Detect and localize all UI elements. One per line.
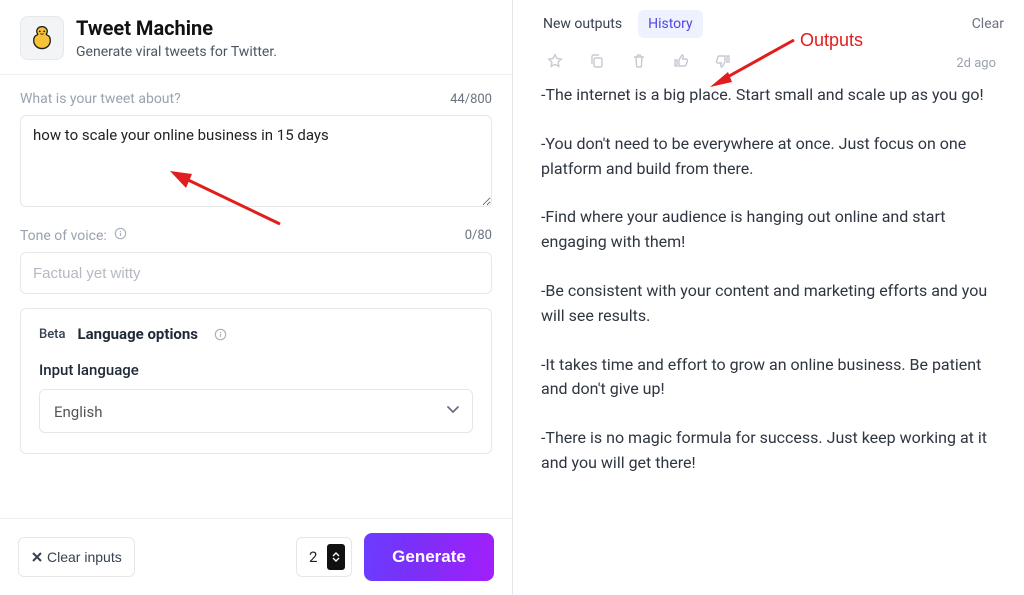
output-paragraph: -It takes time and effort to grow an onl…: [541, 353, 996, 403]
tone-label: Tone of voice:: [20, 227, 127, 244]
star-icon[interactable]: [547, 53, 563, 73]
duck-icon: [29, 24, 55, 52]
left-panel: Tweet Machine Generate viral tweets for …: [0, 0, 513, 595]
output-paragraph: -You don't need to be everywhere at once…: [541, 132, 996, 182]
output-timestamp: 2d ago: [956, 56, 996, 71]
info-icon[interactable]: [114, 227, 127, 240]
output-tabs: New outputs History Clear: [513, 0, 1024, 47]
thumbs-down-icon[interactable]: [715, 53, 731, 73]
prompt-textarea[interactable]: [20, 115, 492, 207]
right-panel: New outputs History Clear 2d ago -The in…: [513, 0, 1024, 595]
output-paragraph: -There is no magic formula for success. …: [541, 426, 996, 476]
clear-inputs-button[interactable]: Clear inputs: [18, 537, 135, 577]
tab-new-outputs[interactable]: New outputs: [533, 10, 632, 38]
beta-badge: Beta: [39, 327, 66, 342]
left-scroll[interactable]: Tweet Machine Generate viral tweets for …: [0, 0, 512, 518]
outputs-scroll[interactable]: 2d ago -The internet is a big place. Sta…: [513, 47, 1024, 595]
clear-outputs-link[interactable]: Clear: [972, 16, 1004, 32]
footer-bar: Clear inputs 2 Generate: [0, 518, 512, 595]
tab-history[interactable]: History: [638, 10, 703, 38]
prompt-section: What is your tweet about? 44/800: [0, 75, 512, 211]
app-avatar: [20, 16, 64, 60]
thumbs-up-icon[interactable]: [673, 53, 689, 73]
output-paragraph: -Be consistent with your content and mar…: [541, 279, 996, 329]
tone-section: Tone of voice: 0/80: [0, 211, 512, 294]
output-paragraph: -The internet is a big place. Start smal…: [541, 83, 996, 108]
page-subtitle: Generate viral tweets for Twitter.: [76, 44, 492, 60]
tone-input[interactable]: [20, 252, 492, 294]
outputs-count-value: 2: [309, 548, 317, 566]
tone-counter: 0/80: [465, 228, 492, 243]
output-action-row: 2d ago: [541, 47, 996, 83]
close-icon: [31, 551, 43, 563]
input-language-label: Input language: [39, 361, 473, 379]
info-icon[interactable]: [214, 328, 227, 341]
copy-icon[interactable]: [589, 53, 605, 73]
stepper-controls[interactable]: [327, 544, 345, 570]
app-root: Tweet Machine Generate viral tweets for …: [0, 0, 1024, 595]
input-language-select[interactable]: English: [39, 389, 473, 433]
trash-icon[interactable]: [631, 53, 647, 73]
page-title: Tweet Machine: [76, 16, 492, 40]
header: Tweet Machine Generate viral tweets for …: [0, 0, 512, 75]
outputs-count-stepper[interactable]: 2: [296, 537, 352, 577]
generate-button[interactable]: Generate: [364, 533, 494, 581]
prompt-label: What is your tweet about?: [20, 91, 181, 107]
prompt-counter: 44/800: [450, 92, 492, 107]
language-options-heading: Language options: [78, 325, 198, 343]
language-options-card: Beta Language options Input language Eng…: [20, 308, 492, 454]
output-body: -The internet is a big place. Start smal…: [541, 83, 996, 476]
output-paragraph: -Find where your audience is hanging out…: [541, 205, 996, 255]
chevron-down-icon: [332, 557, 340, 563]
